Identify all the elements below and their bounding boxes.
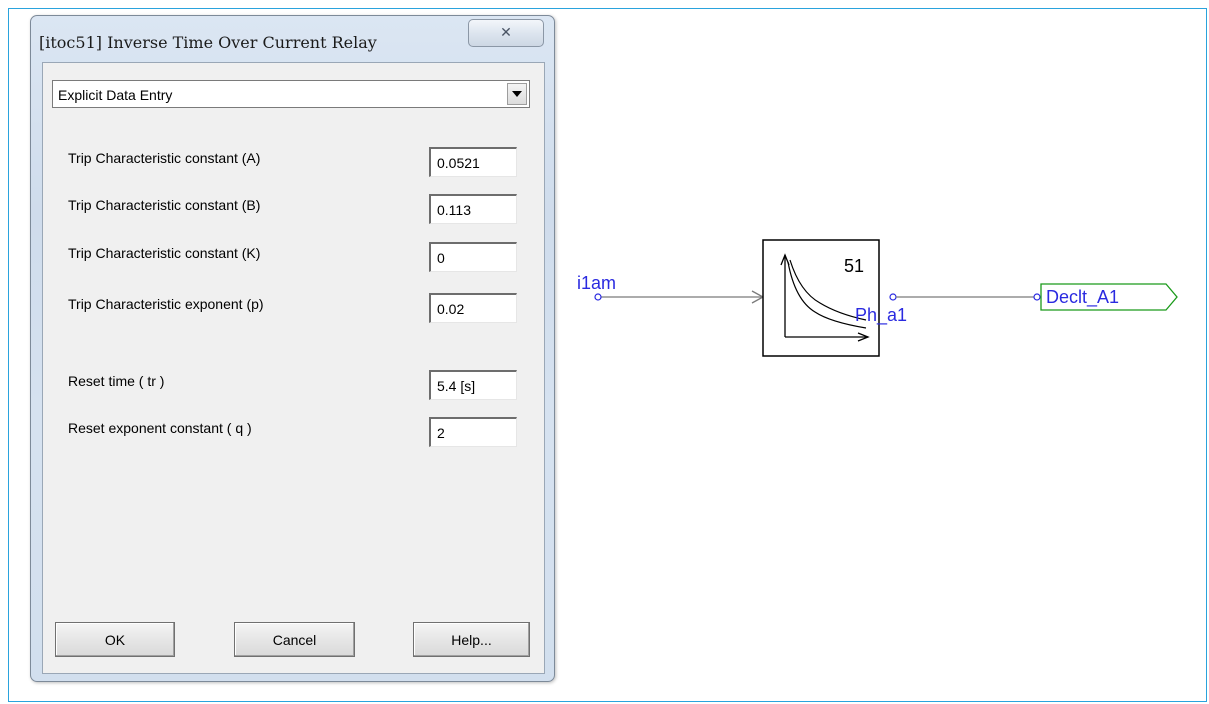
chevron-down-icon: [512, 91, 522, 97]
output-tag[interactable]: Declt_A1: [1040, 283, 1178, 311]
relay-parameters-dialog: [itoc51] Inverse Time Over Current Relay…: [30, 15, 555, 682]
relay-51-block[interactable]: 51 Ph_a1: [762, 239, 907, 357]
param-input-p[interactable]: 0.02: [429, 293, 517, 323]
close-button[interactable]: ✕: [468, 19, 544, 47]
block-output-node[interactable]: [889, 293, 897, 301]
dialog-client-area: Explicit Data Entry Trip Characteristic …: [42, 62, 545, 674]
ok-button[interactable]: OK: [55, 622, 175, 657]
output-tag-node[interactable]: [1033, 293, 1041, 301]
block-output-label: Ph_a1: [855, 305, 907, 326]
param-input-a[interactable]: 0.0521: [429, 147, 517, 177]
param-label-b: Trip Characteristic constant (B): [68, 197, 261, 213]
param-input-b[interactable]: 0.113: [429, 194, 517, 224]
param-input-q[interactable]: 2: [429, 417, 517, 447]
dialog-title: [itoc51] Inverse Time Over Current Relay: [39, 33, 377, 52]
param-label-k: Trip Characteristic constant (K): [68, 245, 261, 261]
output-tag-label: Declt_A1: [1046, 287, 1119, 308]
param-label-q: Reset exponent constant ( q ): [68, 420, 252, 436]
data-entry-mode-value: Explicit Data Entry: [58, 87, 173, 103]
dropdown-arrow[interactable]: [507, 83, 527, 105]
param-input-tr[interactable]: 5.4 [s]: [429, 370, 517, 400]
param-label-tr: Reset time ( tr ): [68, 373, 165, 389]
input-label: i1am: [577, 273, 616, 293]
cancel-button[interactable]: Cancel: [234, 622, 355, 657]
close-x-icon: ✕: [500, 25, 512, 41]
param-input-k[interactable]: 0: [429, 242, 517, 272]
input-node[interactable]: [594, 293, 602, 301]
param-label-a: Trip Characteristic constant (A): [68, 150, 261, 166]
param-label-p: Trip Characteristic exponent (p): [68, 296, 264, 312]
block-number-label: 51: [844, 256, 864, 276]
help-button[interactable]: Help...: [413, 622, 530, 657]
data-entry-mode-select[interactable]: Explicit Data Entry: [52, 80, 530, 108]
